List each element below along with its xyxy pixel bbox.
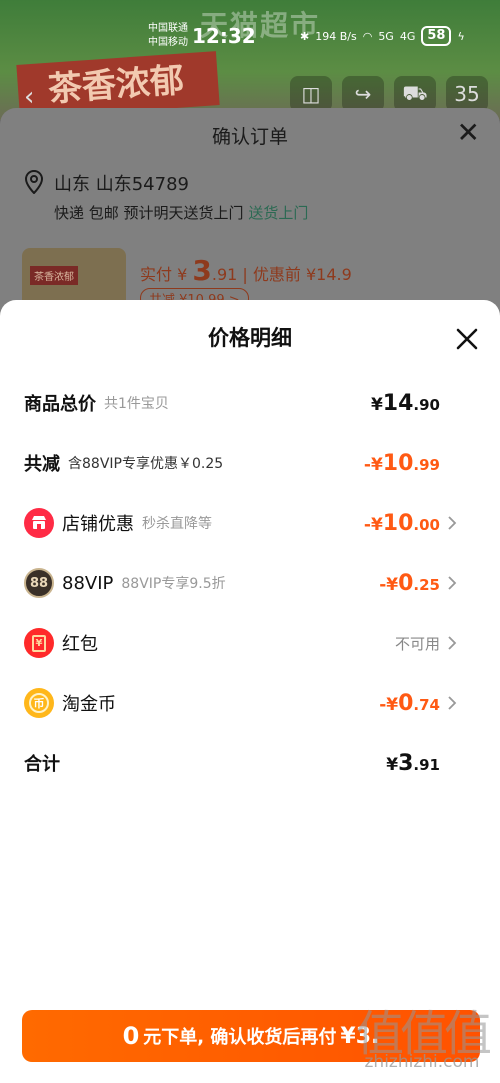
amount-int: 14 bbox=[382, 390, 414, 416]
row-amount: -¥ 10.00 bbox=[364, 511, 440, 536]
vip-88-icon: 88 bbox=[24, 568, 54, 598]
chevron-right-icon bbox=[448, 576, 457, 590]
row-store-discount[interactable]: 店铺优惠 秒杀直降等 -¥ 10.00 bbox=[24, 503, 458, 543]
amount-dec: .00 bbox=[413, 515, 440, 534]
actual-price-int: 3 bbox=[192, 254, 212, 287]
charging-icon: ϟ bbox=[457, 29, 465, 43]
pay-lead: 0 bbox=[122, 1022, 140, 1050]
amount-dec: .25 bbox=[413, 575, 440, 594]
row-amount: 不可用 bbox=[395, 633, 440, 654]
row-amount: ¥3.91 bbox=[386, 751, 440, 776]
store-icon bbox=[24, 508, 54, 538]
header-actions: ◫ ↪ ⛟ 35 bbox=[290, 76, 488, 112]
status-bar: 中国联通 中国移动 12:32 ✱ 194 B/s ◠ 5G 4G 58 ϟ bbox=[0, 0, 500, 72]
delivery-tag: 送货上门 bbox=[248, 204, 309, 222]
confirm-order-title: 确认订单 bbox=[211, 126, 288, 148]
shipping-text: 快递 包邮 预计明天送货上门 bbox=[54, 204, 244, 222]
amount-dec: .74 bbox=[413, 695, 440, 714]
shipping-address[interactable]: 山东 山东54789 bbox=[54, 170, 189, 196]
amount-int: 0 bbox=[398, 690, 414, 716]
location-pin-icon bbox=[24, 170, 44, 194]
price-detail-sheet: 价格明细 商品总价 共1件宝贝 ¥14.90 共减 含88VIP专享优惠￥0.2… bbox=[0, 300, 500, 1083]
signal-5g: 5G bbox=[378, 29, 394, 43]
actual-price-label: 实付 bbox=[140, 265, 173, 284]
amount-dec: .90 bbox=[413, 395, 440, 414]
row-taojinbi[interactable]: 币 淘金币 -¥ 0.74 bbox=[24, 683, 458, 723]
watermark-url: zhizhizhi.com bbox=[364, 1052, 480, 1072]
watermark: 值值值 zhizhizhi.com bbox=[344, 994, 500, 1083]
actual-price-currency: ¥ bbox=[177, 265, 188, 284]
row-label: 合计 bbox=[24, 754, 60, 775]
row-goods-total: 商品总价 共1件宝贝 ¥14.90 bbox=[24, 383, 458, 423]
row-label: 淘金币 bbox=[62, 694, 116, 715]
carrier-1: 中国联通 bbox=[148, 23, 188, 34]
row-note: 含88VIP专享优惠￥0.25 bbox=[68, 456, 224, 472]
chevron-right-icon bbox=[448, 696, 457, 710]
amount-int: 3 bbox=[398, 750, 414, 776]
price-detail-title: 价格明细 bbox=[208, 326, 292, 350]
cart-count-badge[interactable]: 35 bbox=[446, 76, 488, 112]
row-amount: ¥14.90 bbox=[371, 391, 440, 416]
battery-indicator: 58 bbox=[421, 26, 452, 46]
close-icon[interactable] bbox=[454, 326, 480, 352]
chevron-right-icon bbox=[448, 636, 457, 650]
net-speed: 194 B/s bbox=[315, 29, 357, 43]
row-red-packet[interactable]: ¥ 红包 不可用 bbox=[24, 623, 458, 663]
row-label: 店铺优惠 bbox=[62, 514, 134, 535]
camera-icon[interactable]: ◫ bbox=[290, 76, 332, 112]
amount-dec: .99 bbox=[413, 455, 440, 474]
row-total: 合计 ¥3.91 bbox=[24, 743, 458, 783]
gold-coin-icon: 币 bbox=[24, 688, 54, 718]
red-packet-icon: ¥ bbox=[24, 628, 54, 658]
status-icons: ✱ 194 B/s ◠ 5G 4G 58 ϟ bbox=[300, 26, 465, 46]
row-amount: -¥ 10.99 bbox=[364, 451, 440, 476]
row-label: 红包 bbox=[62, 634, 98, 655]
actual-price: 实付 ¥ 3.91 | 优惠前 ¥14.9 bbox=[140, 254, 352, 287]
row-note: 共1件宝贝 bbox=[104, 396, 169, 412]
share-icon[interactable]: ↪ bbox=[342, 76, 384, 112]
coin-glyph: 币 bbox=[29, 693, 49, 713]
red-packet-glyph: ¥ bbox=[32, 634, 46, 652]
row-label: 商品总价 bbox=[24, 394, 96, 415]
amount-currency: -¥ bbox=[379, 694, 399, 715]
product-thumb-label: 茶香浓郁 bbox=[30, 266, 78, 285]
amount-int: 0 bbox=[398, 570, 414, 596]
row-note: 秒杀直降等 bbox=[142, 516, 212, 532]
cart-icon[interactable]: ⛟ bbox=[394, 76, 436, 112]
amount-currency: ¥ bbox=[370, 394, 383, 415]
order-close-icon[interactable]: ✕ bbox=[457, 116, 480, 149]
clock: 12:32 bbox=[192, 24, 256, 48]
amount-currency: -¥ bbox=[363, 514, 383, 535]
row-amount: -¥ 0.25 bbox=[379, 571, 440, 596]
amount-int: 10 bbox=[382, 510, 414, 536]
wifi-icon: ◠ bbox=[362, 29, 373, 43]
amount-currency: -¥ bbox=[363, 454, 383, 475]
row-88vip[interactable]: 88 88VIP 88VIP专享9.5折 -¥ 0.25 bbox=[24, 563, 458, 603]
amount-dec: .91 bbox=[413, 755, 440, 774]
carrier-2: 中国移动 bbox=[148, 37, 188, 48]
row-total-discount: 共减 含88VIP专享优惠￥0.25 -¥ 10.99 bbox=[24, 443, 458, 483]
amount-currency: ¥ bbox=[386, 754, 399, 775]
before-discount-price: | 优惠前 ¥14.9 bbox=[242, 265, 352, 284]
signal-4g: 4G bbox=[399, 29, 416, 43]
pay-text: 元下单, 确认收货后再付 bbox=[143, 1027, 337, 1048]
row-amount: -¥ 0.74 bbox=[379, 691, 440, 716]
shipping-info: 快递 包邮 预计明天送货上门 送货上门 bbox=[54, 202, 308, 223]
amount-int: 10 bbox=[382, 450, 414, 476]
chevron-right-icon bbox=[448, 516, 457, 530]
amount-currency: -¥ bbox=[379, 574, 399, 595]
bluetooth-icon: ✱ bbox=[300, 29, 310, 43]
row-label: 88VIP bbox=[62, 572, 114, 594]
unavailable-text: 不可用 bbox=[394, 634, 440, 653]
row-note: 88VIP专享9.5折 bbox=[121, 576, 226, 592]
row-label: 共减 bbox=[24, 454, 60, 475]
actual-price-dec: .91 bbox=[211, 265, 238, 284]
carrier-info: 中国联通 中国移动 bbox=[148, 22, 188, 50]
